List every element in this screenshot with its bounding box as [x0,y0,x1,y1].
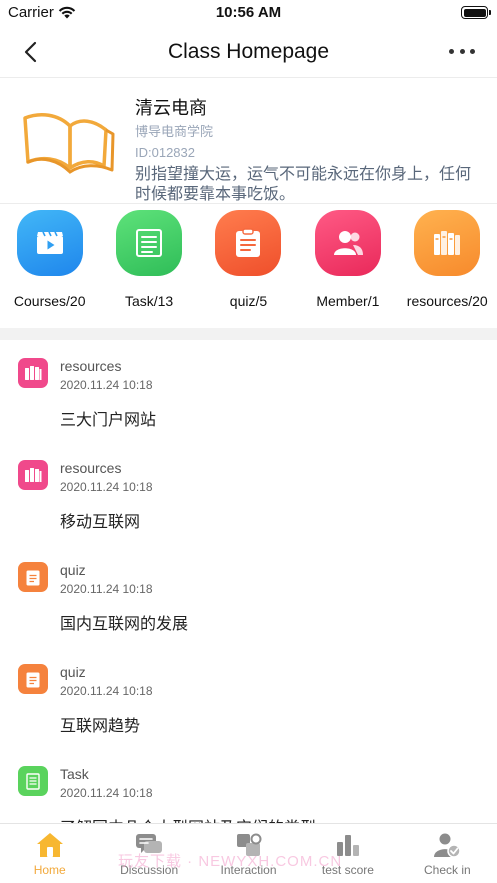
class-motto: 别指望撞大运，运气不可能永远在你身上，任何时候都要靠本事吃饭。 [135,166,472,203]
more-button[interactable] [449,44,475,58]
activity-time: 2020.11.24 10:18 [60,582,153,596]
activity-type: quiz [60,664,86,680]
bar-chart-icon [333,831,363,859]
activity-title: 互联网趋势 [60,718,141,735]
task-list-icon [116,210,183,276]
tab-label: Discussion [120,863,179,877]
interaction-icon [234,831,264,859]
activity-title: 三大门户网站 [60,412,157,429]
clock: 10:56 AM [215,4,282,21]
list-item[interactable]: Task 2020.11.24 10:18 了解国内几个大型网站及它们的类型 [0,748,497,823]
feature-label: quiz/5 [229,293,268,309]
feature-courses[interactable]: Courses/20 [0,204,99,322]
class-school: 博导电商学院 [135,124,214,139]
quiz-icon [18,664,48,694]
class-info-card: 清云电商 博导电商学院 ID:012832 别指望撞大运，运气不可能永远在你身上… [0,78,497,204]
list-item[interactable]: resources 2020.11.24 10:18 移动互联网 [0,442,497,544]
battery-icon [461,6,491,19]
more-dot [470,48,475,54]
quiz-icon [18,562,48,592]
feature-task[interactable]: Task/13 [99,204,198,322]
status-bar: Carrier 10:56 AM [0,0,497,26]
task-list-icon [18,766,48,796]
list-item[interactable]: quiz 2020.11.24 10:18 互联网趋势 [0,646,497,748]
home-icon [35,831,65,859]
tab-bar: Home Discussion Interaction test score C… [0,823,497,883]
activity-title: 国内互联网的发展 [60,616,189,633]
member-icon [314,210,381,276]
tab-discussion[interactable]: Discussion [99,824,198,883]
feature-label: resources/20 [406,293,488,309]
feature-resources[interactable]: resources/20 [398,204,497,322]
more-dot [459,48,465,54]
feature-label: Task/13 [124,293,174,309]
feature-member[interactable]: Member/1 [298,204,397,322]
activity-type: quiz [60,562,86,578]
feature-label: Courses/20 [13,293,86,309]
tab-label: Home [33,863,66,877]
activity-title: 移动互联网 [60,514,141,531]
activity-type: resources [60,358,122,374]
section-divider [0,328,497,340]
list-item[interactable]: quiz 2020.11.24 10:18 国内互联网的发展 [0,544,497,646]
activity-time: 2020.11.24 10:18 [60,378,153,392]
books-icon [414,210,481,276]
feature-label: Member/1 [316,293,380,309]
video-icon [16,210,83,276]
feature-quiz[interactable]: quiz/5 [199,204,298,322]
activity-type: resources [60,460,122,476]
check-in-icon [432,831,462,859]
class-id: ID:012832 [135,145,195,160]
activity-type: Task [60,766,89,782]
open-book-logo [23,112,115,174]
tab-label: test score [321,863,374,877]
books-icon [18,460,48,490]
activity-time: 2020.11.24 10:18 [60,480,153,494]
more-dot [449,48,454,54]
tab-home[interactable]: Home [0,824,99,883]
tab-label: Interaction [220,863,277,877]
tab-label: Check in [423,863,471,877]
discussion-icon [134,831,164,859]
tab-check-in[interactable]: Check in [398,824,497,883]
list-item[interactable]: resources 2020.11.24 10:18 三大门户网站 [0,340,497,442]
nav-bar: Class Homepage [0,26,497,78]
activity-time: 2020.11.24 10:18 [60,684,153,698]
tab-test-score[interactable]: test score [298,824,397,883]
feature-grid: Courses/20 Task/13 quiz/5 Member/1 resou… [0,204,497,322]
books-icon [18,358,48,388]
class-name: 清云电商 [135,98,207,118]
activity-title: 了解国内几个大型网站及它们的类型 [60,814,316,823]
page-title: Class Homepage [167,40,330,63]
activity-time: 2020.11.24 10:18 [60,786,153,800]
quiz-icon [215,210,282,276]
tab-interaction[interactable]: Interaction [199,824,298,883]
activity-list[interactable]: resources 2020.11.24 10:18 三大门户网站 resour… [0,340,497,823]
